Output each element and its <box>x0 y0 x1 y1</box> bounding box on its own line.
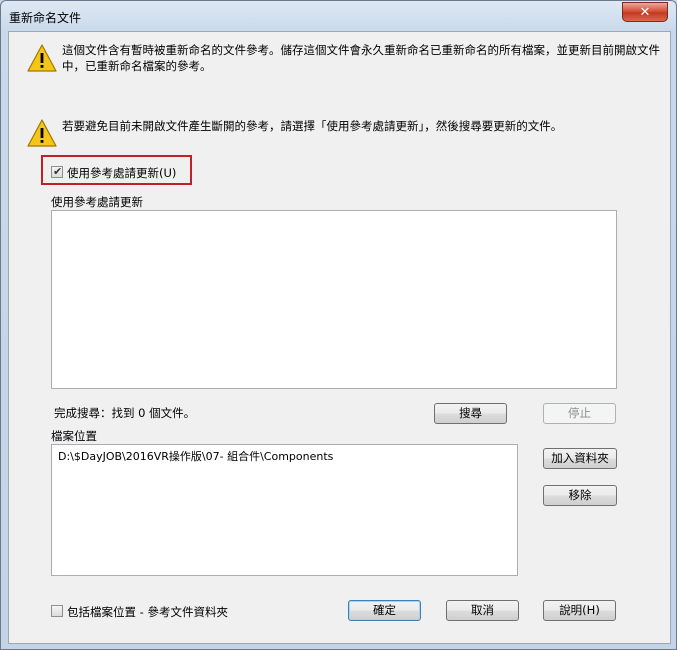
file-location-label: 檔案位置 <box>51 429 97 443</box>
include-file-location-label[interactable]: 包括檔案位置 - 參考文件資料夾 <box>67 604 228 620</box>
dialog-body: 這個文件含有暫時被重新命名的文件參考。儲存這個文件會永久重新命名已重新命名的所有… <box>8 31 671 644</box>
search-status-text: 完成搜尋：找到 0 個文件。 <box>54 406 196 420</box>
close-button[interactable]: ✕ <box>622 2 668 22</box>
stop-button[interactable]: 停止 <box>543 403 616 424</box>
file-location-list[interactable]: D:\$DayJOB\2016VR操作版\07- 組合件\Components <box>51 444 518 576</box>
close-icon: ✕ <box>639 5 651 20</box>
file-location-path[interactable]: D:\$DayJOB\2016VR操作版\07- 組合件\Components <box>58 448 333 464</box>
warning-icon <box>27 119 57 147</box>
add-folder-button[interactable]: 加入資料夾 <box>543 448 617 469</box>
help-button[interactable]: 說明(H) <box>543 600 616 621</box>
use-reference-list-label: 使用參考處請更新 <box>51 195 143 209</box>
rename-document-dialog: 重新命名文件 ✕ 這個文件含有暫時被重新命名的文件參考。儲存這個文件會永久重新命… <box>0 0 677 650</box>
warning-message-rename: 這個文件含有暫時被重新命名的文件參考。儲存這個文件會永久重新命名已重新命名的所有… <box>62 43 660 73</box>
use-reference-checkbox[interactable]: ✔ <box>51 165 63 178</box>
use-reference-checkbox-label[interactable]: 使用參考處請更新(U) <box>67 165 176 181</box>
remove-button[interactable]: 移除 <box>543 485 617 506</box>
title-bar[interactable]: 重新命名文件 ✕ <box>1 1 676 31</box>
search-button[interactable]: 搜尋 <box>434 403 507 424</box>
warning-message-broken-references: 若要避免目前未開啟文件產生斷開的參考，請選擇「使用參考處請更新」，然後搜尋要更新… <box>62 119 563 133</box>
ok-button[interactable]: 確定 <box>348 600 421 621</box>
cancel-button[interactable]: 取消 <box>446 600 519 621</box>
check-icon: ✔ <box>53 165 63 178</box>
include-file-location-checkbox[interactable] <box>51 605 63 617</box>
referencing-documents-list[interactable] <box>51 210 617 389</box>
warning-icon <box>27 44 57 72</box>
window-title: 重新命名文件 <box>9 11 82 25</box>
